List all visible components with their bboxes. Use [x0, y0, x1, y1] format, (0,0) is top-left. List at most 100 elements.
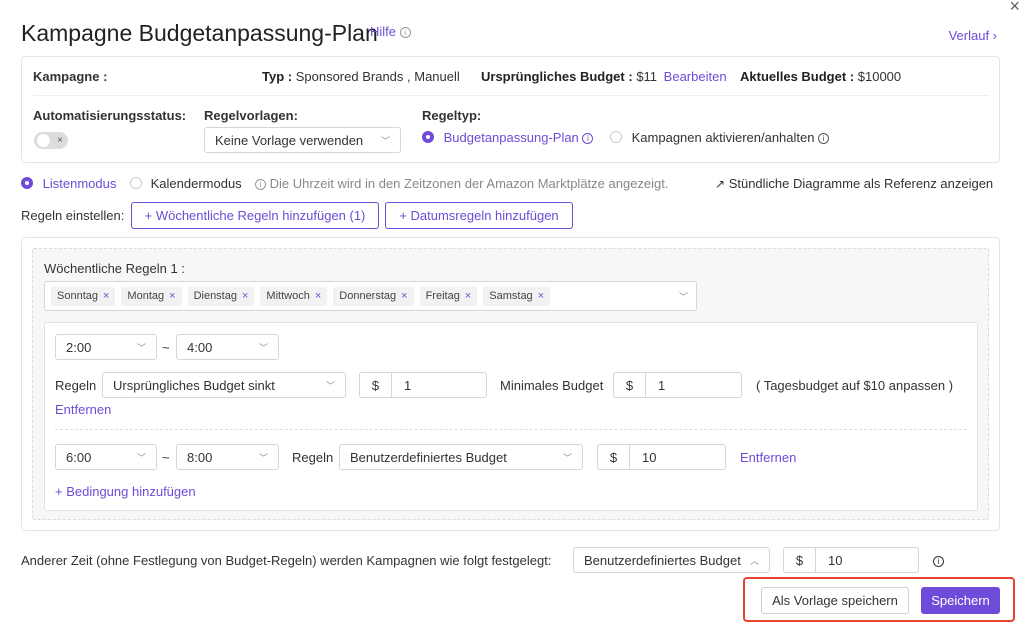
- other-time-amount-value: 10: [828, 552, 843, 568]
- add-date-rules-button[interactable]: + Datumsregeln hinzufügen: [385, 202, 573, 229]
- to-time-select[interactable]: 4:00 ﹀: [176, 334, 279, 360]
- hourly-chart-link[interactable]: ↗ Stündliche Diagramme als Referenz anze…: [715, 176, 993, 191]
- budget-adjust-note: ( Tagesbudget auf $10 anpassen ): [756, 378, 954, 393]
- from-time-select[interactable]: 6:00 ﹀: [55, 444, 157, 470]
- rule-select[interactable]: Ursprüngliches Budget sinkt ﹀: [102, 372, 346, 398]
- day-tag: Dienstag ×: [187, 286, 255, 306]
- remove-tag-icon[interactable]: ×: [465, 290, 471, 302]
- currency-prefix: $: [598, 445, 630, 469]
- remove-tag-icon[interactable]: ×: [401, 290, 407, 302]
- day-tag-label: Donnerstag: [339, 290, 397, 302]
- save-as-template-button[interactable]: Als Vorlage speichern: [761, 587, 909, 614]
- rules-label: Regeln: [292, 450, 334, 465]
- template-select-value: Keine Vorlage verwenden: [215, 132, 364, 148]
- day-tag-label: Montag: [127, 290, 165, 302]
- radio-unselected-icon: [130, 177, 142, 189]
- add-condition-link[interactable]: + Bedingung hinzufügen: [55, 484, 196, 499]
- other-time-select[interactable]: Benutzerdefiniertes Budget ︿: [573, 547, 770, 573]
- amount-input[interactable]: $ 1: [359, 372, 487, 398]
- weekly-rules-title: Wöchentliche Regeln 1 :: [44, 261, 185, 276]
- day-tag: Mittwoch ×: [260, 286, 328, 306]
- min-budget-value: 1: [658, 377, 666, 393]
- campaign-info-panel: Kampagne : Typ : Sponsored Brands , Manu…: [21, 56, 1000, 163]
- calendar-mode-option[interactable]: Kalendermodus: [130, 176, 242, 191]
- chevron-up-icon: ︿: [749, 555, 759, 566]
- chevron-down-icon: ﹀: [136, 452, 146, 463]
- timezone-note-text: Die Uhrzeit wird in den Zeitzonen der Am…: [269, 176, 669, 191]
- chevron-down-icon: ﹀: [325, 380, 335, 391]
- min-budget-input[interactable]: $ 1: [613, 372, 742, 398]
- type-label: Typ :: [262, 69, 293, 84]
- page-title: Kampagne Budgetanpassung-Plan: [21, 20, 378, 46]
- info-icon: i: [933, 553, 944, 568]
- automation-toggle[interactable]: ×: [34, 132, 68, 149]
- rule-select[interactable]: Benutzerdefiniertes Budget ﹀: [339, 444, 583, 470]
- help-link[interactable]: Hilfe i: [370, 24, 411, 39]
- radio-unselected-icon: [610, 131, 622, 143]
- tilde: ~: [162, 340, 170, 355]
- radio-selected-icon: [21, 177, 33, 189]
- chevron-down-icon: ﹀: [258, 342, 268, 353]
- rule-type-option-budget[interactable]: Budgetanpassung-Plan i: [422, 130, 594, 145]
- info-icon: i: [255, 179, 266, 190]
- rules-settings-label: Regeln einstellen:: [21, 208, 125, 223]
- from-time-value: 2:00: [66, 339, 92, 355]
- days-select[interactable]: Sonntag × Montag × Dienstag × Mittwoch × Don…: [44, 281, 697, 311]
- amount-input[interactable]: $ 10: [597, 444, 726, 470]
- day-tag-label: Mittwoch: [266, 290, 310, 302]
- toggle-off-icon: ×: [57, 135, 63, 146]
- hourly-chart-label: Stündliche Diagramme als Referenz anzeig…: [728, 176, 994, 191]
- remove-tag-icon[interactable]: ×: [242, 290, 248, 302]
- timezone-note: i Die Uhrzeit wird in den Zeitzonen der …: [255, 176, 669, 191]
- divider: [33, 95, 989, 96]
- other-time-amount-input[interactable]: $ 10: [783, 547, 919, 573]
- add-weekly-rules-button[interactable]: + Wöchentliche Regeln hinzufügen (1): [131, 202, 379, 229]
- rule-select-value: Benutzerdefiniertes Budget: [350, 449, 507, 465]
- rule-select-value: Ursprüngliches Budget sinkt: [113, 377, 275, 393]
- info-icon: i: [582, 133, 594, 144]
- day-tag: Freitag ×: [419, 286, 478, 306]
- remove-tag-icon[interactable]: ×: [538, 290, 544, 302]
- campaign-label: Kampagne :: [33, 69, 108, 84]
- from-time-select[interactable]: 2:00 ﹀: [55, 334, 157, 360]
- original-budget: Ursprüngliches Budget : $11 Bearbeiten: [481, 69, 727, 84]
- day-tag-label: Sonntag: [57, 290, 98, 302]
- chevron-down-icon: ﹀: [678, 291, 688, 302]
- calendar-mode-label: Kalendermodus: [150, 176, 242, 191]
- rule-type-option-activate[interactable]: Kampagnen aktivieren/anhalten i: [610, 130, 830, 145]
- campaign-type: Typ : Sponsored Brands , Manuell: [262, 69, 460, 84]
- remove-tag-icon[interactable]: ×: [169, 290, 175, 302]
- row-divider: [55, 429, 967, 430]
- save-button[interactable]: Speichern: [921, 587, 1000, 614]
- day-tag-label: Freitag: [425, 290, 460, 302]
- template-select[interactable]: Keine Vorlage verwenden ﹀: [204, 127, 401, 153]
- to-time-value: 4:00: [187, 339, 213, 355]
- current-budget-value: $10000: [857, 69, 902, 84]
- remove-rule-link[interactable]: Entfernen: [55, 402, 111, 417]
- list-mode-option[interactable]: Listenmodus: [21, 176, 116, 191]
- help-label: Hilfe: [370, 24, 397, 39]
- other-time-select-value: Benutzerdefiniertes Budget: [584, 552, 741, 568]
- day-tag: Donnerstag ×: [333, 286, 414, 306]
- remove-rule-link[interactable]: Entfernen: [740, 450, 796, 465]
- remove-tag-icon[interactable]: ×: [315, 290, 321, 302]
- amount-value: 10: [642, 449, 657, 465]
- other-time-text: Anderer Zeit (ohne Festlegung von Budget…: [21, 553, 552, 568]
- day-tag: Samstag ×: [483, 286, 551, 306]
- day-tag: Sonntag ×: [51, 286, 116, 306]
- trend-icon: ↗: [715, 177, 726, 191]
- tilde: ~: [162, 450, 170, 465]
- history-link[interactable]: Verlauf ›: [949, 28, 997, 43]
- rule-type-activate-label: Kampagnen aktivieren/anhalten: [631, 130, 815, 145]
- currency-prefix: $: [614, 373, 646, 397]
- chevron-down-icon: ﹀: [380, 135, 390, 146]
- remove-tag-icon[interactable]: ×: [103, 290, 109, 302]
- radio-selected-icon: [422, 131, 434, 143]
- edit-budget-link[interactable]: Bearbeiten: [664, 69, 727, 84]
- to-time-select[interactable]: 8:00 ﹀: [176, 444, 279, 470]
- rule-type-label: Regeltyp:: [422, 108, 482, 123]
- current-budget: Aktuelles Budget : $10000: [740, 69, 901, 84]
- chevron-down-icon: ﹀: [258, 452, 268, 463]
- close-icon[interactable]: ×: [1009, 0, 1020, 17]
- templates-label: Regelvorlagen:: [204, 108, 298, 123]
